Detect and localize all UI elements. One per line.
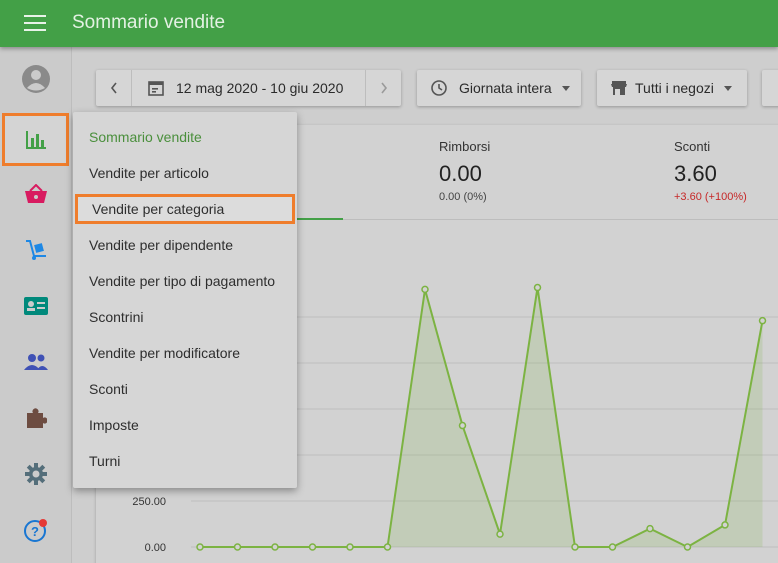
store-icon (611, 81, 627, 95)
date-range-picker: 12 mag 2020 - 10 giu 2020 (96, 70, 401, 106)
menu-item-sales-by-category[interactable]: Vendite per categoria (75, 194, 295, 224)
basket-icon (25, 184, 47, 203)
sidebar-item-account[interactable] (0, 51, 72, 107)
store-filter-dropdown[interactable]: Tutti i negozi (597, 70, 747, 106)
data-point (233, 543, 242, 551)
data-point (346, 543, 354, 551)
menu-item-sales-by-employee[interactable]: Vendite per dipendente (73, 227, 297, 263)
menu-item-taxes[interactable]: Imposte (73, 407, 297, 443)
puzzle-icon (27, 408, 47, 428)
data-point (496, 530, 504, 538)
menu-item-discounts[interactable]: Sconti (73, 371, 297, 407)
date-range-label: 12 mag 2020 - 10 giu 2020 (176, 80, 344, 96)
y-tick-label: 0.00 (145, 542, 166, 554)
menu-item-sales-by-payment-type[interactable]: Vendite per tipo di pagamento (73, 263, 297, 299)
people-icon (24, 354, 48, 370)
data-point (533, 283, 542, 292)
date-range-button[interactable]: 12 mag 2020 - 10 giu 2020 (132, 70, 365, 106)
chevron-right-icon (380, 82, 387, 94)
data-point (421, 285, 429, 294)
clock-icon (431, 80, 447, 96)
app-bar: Sommario vendite (0, 0, 778, 47)
sidebar-item-inventory[interactable] (0, 222, 72, 278)
sidebar-item-employees[interactable] (0, 278, 72, 334)
data-point (758, 316, 767, 325)
store-filter-label: Tutti i negozi (635, 80, 714, 96)
sidebar-item-reports[interactable] (2, 113, 69, 166)
data-point (458, 421, 467, 430)
menu-item-sales-by-item[interactable]: Vendite per articolo (73, 155, 297, 191)
calendar-icon (148, 81, 164, 96)
account-icon (22, 65, 50, 93)
sidebar-item-settings[interactable] (0, 446, 72, 502)
cart-dolly-icon (26, 240, 46, 260)
sidebar-item-integrations[interactable] (0, 390, 72, 446)
gear-icon (25, 463, 47, 485)
data-point (308, 543, 317, 551)
data-point (383, 543, 392, 551)
next-period-button[interactable] (365, 70, 401, 106)
sidebar-item-items[interactable] (0, 166, 72, 222)
data-point (721, 521, 729, 529)
help-icon: ? (24, 519, 47, 542)
reports-menu: Sommario vendite Vendite per articolo Ve… (73, 112, 297, 488)
data-point (571, 543, 579, 551)
time-filter-label: Giornata intera (459, 80, 552, 96)
data-point (271, 543, 279, 551)
data-point (608, 543, 617, 551)
sidebar: ? (0, 47, 72, 563)
y-tick-label: 250.00 (132, 496, 166, 508)
data-point (646, 524, 654, 533)
previous-period-button[interactable] (96, 70, 132, 106)
caret-down-icon (561, 85, 570, 91)
sidebar-item-help[interactable]: ? (0, 502, 72, 558)
page-title: Sommario vendite (72, 12, 226, 33)
data-point (196, 543, 204, 551)
more-filters-button[interactable] (762, 70, 778, 106)
caret-down-icon (723, 85, 732, 91)
menu-item-sales-summary[interactable]: Sommario vendite (73, 119, 297, 155)
menu-item-shifts[interactable]: Turni (73, 443, 297, 479)
bar-chart-icon (25, 130, 46, 149)
chevron-left-icon (110, 82, 117, 94)
data-point (683, 543, 692, 551)
time-filter-dropdown[interactable]: Giornata intera (417, 70, 581, 106)
contact-card-icon (24, 297, 48, 315)
menu-item-sales-by-modifier[interactable]: Vendite per modificatore (73, 335, 297, 371)
svg-text:?: ? (31, 524, 39, 539)
hamburger-icon[interactable] (24, 15, 46, 31)
sidebar-item-customers[interactable] (0, 334, 72, 390)
menu-item-receipts[interactable]: Scontrini (73, 299, 297, 335)
